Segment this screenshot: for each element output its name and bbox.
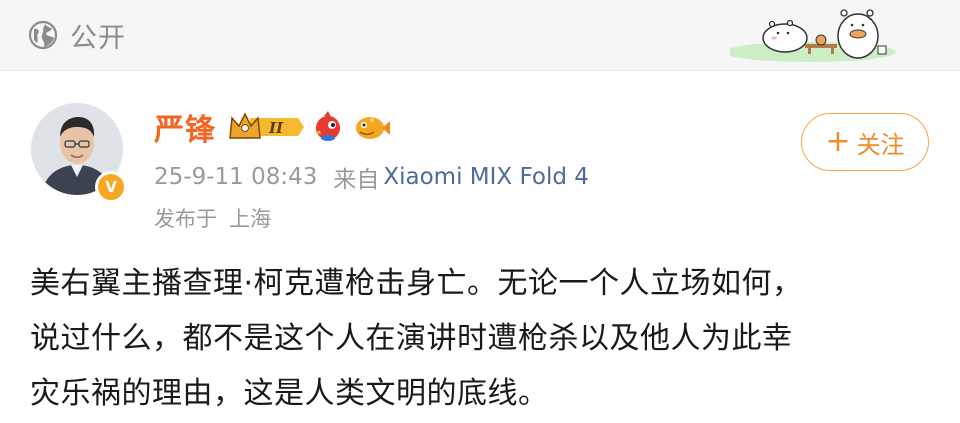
post-timestamp: 25-9-11 08:43 [154, 164, 318, 190]
mascot-bird-icon[interactable] [312, 110, 344, 144]
content-line: 美右翼主播查理·柯克遭枪击身亡。无论一个人立场如何， [30, 266, 803, 301]
plus-icon: + [825, 124, 851, 159]
post-location: 发布于 上海 [154, 201, 271, 235]
content-line: 灾乐祸的理由，这是人类文明的底线。 [30, 376, 549, 411]
globe-icon [28, 20, 58, 50]
location-city: 上海 [229, 207, 271, 231]
content-line: 说过什么，都不是这个人在演讲时遭枪杀以及他人为此幸 [30, 321, 793, 356]
post-card: V 严锋 II 25-9-11 08:43 来自 Xiaomi MIX Fold… [0, 71, 960, 423]
author-avatar[interactable]: V [31, 103, 127, 203]
location-label: 发布于 [154, 207, 217, 231]
top-bar: 公开 [0, 0, 960, 71]
post-content: 美右翼主播查理·柯克遭枪击身亡。无论一个人立场如何， 说过什么，都不是这个人在演… [30, 256, 930, 421]
crown-level-icon[interactable]: II [228, 110, 306, 144]
author-name-row: 严锋 II [154, 105, 390, 149]
visibility-label: 公开 [70, 22, 126, 54]
decorative-bears-illustration [730, 9, 896, 62]
mascot-fish-icon[interactable] [350, 110, 390, 144]
follow-button[interactable]: + 关注 [801, 113, 929, 171]
author-name[interactable]: 严锋 [154, 105, 216, 149]
device-link[interactable]: Xiaomi MIX Fold 4 [383, 164, 589, 190]
verified-badge: V [95, 171, 127, 203]
follow-label: 关注 [856, 130, 905, 159]
source-label: 来自 [333, 167, 380, 193]
level-badge-text: II [268, 119, 284, 137]
post-meta: 25-9-11 08:43 来自 Xiaomi MIX Fold 4 [154, 159, 589, 195]
visibility-indicator[interactable]: 公开 [28, 16, 126, 54]
